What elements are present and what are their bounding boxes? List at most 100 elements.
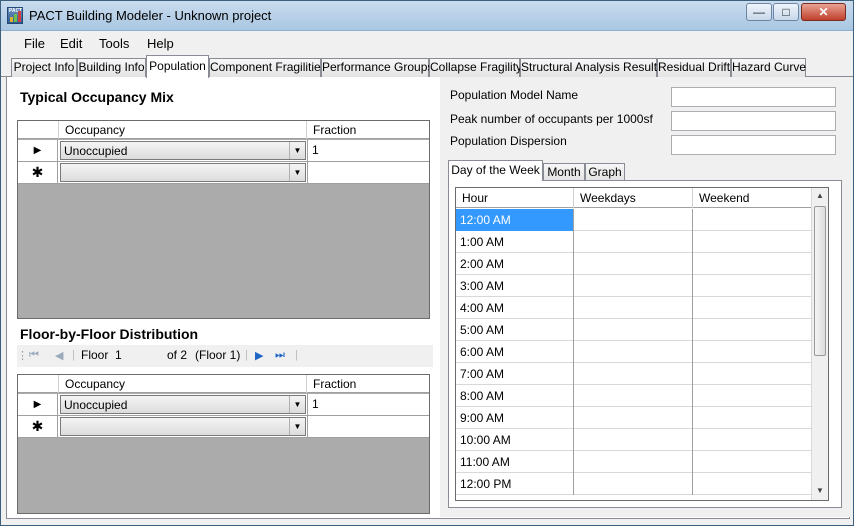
scroll-up-arrow-icon[interactable]: ▲ <box>812 188 828 204</box>
table-row[interactable]: 5:00 AM <box>456 319 812 341</box>
hour-cell[interactable]: 6:00 AM <box>456 341 574 363</box>
col-fraction-header[interactable]: Fraction <box>307 121 429 139</box>
tab-component-fragilities[interactable]: Component Fragilities <box>209 58 327 77</box>
title-bar[interactable]: PACT PACT Building Modeler - Unknown pro… <box>1 1 853 31</box>
weekend-cell[interactable] <box>693 231 812 253</box>
weekdays-cell[interactable] <box>574 253 693 275</box>
col-occupancy-header[interactable]: Occupancy <box>59 121 307 139</box>
weekend-cell[interactable] <box>693 341 812 363</box>
hour-cell[interactable]: 3:00 AM <box>456 275 574 297</box>
weekdays-cell[interactable] <box>574 275 693 297</box>
weekend-cell[interactable] <box>693 253 812 275</box>
occupancy-select-new[interactable]: ▼ <box>60 163 306 182</box>
table-row[interactable]: 9:00 AM <box>456 407 812 429</box>
table-row[interactable]: 3:00 AM <box>456 275 812 297</box>
table-row[interactable]: 12:00 PM <box>456 473 812 495</box>
next-record-icon[interactable]: ▶ <box>255 349 263 362</box>
table-row[interactable]: 2:00 AM <box>456 253 812 275</box>
table-row[interactable]: 7:00 AM <box>456 363 812 385</box>
tab-performance-groups[interactable]: Performance Groups <box>321 58 433 77</box>
last-record-icon[interactable]: ⏭ <box>275 349 285 362</box>
col-fraction-header[interactable]: Fraction <box>307 375 429 393</box>
hour-cell[interactable]: 11:00 AM <box>456 451 574 473</box>
hour-cell[interactable]: 12:00 AM <box>456 209 574 231</box>
col-weekend-header[interactable]: Weekend <box>693 188 812 208</box>
weekend-cell[interactable] <box>693 429 812 451</box>
scrollbar-thumb[interactable] <box>814 206 826 356</box>
weekdays-cell[interactable] <box>574 297 693 319</box>
floor-number-input[interactable]: 1 <box>115 348 155 362</box>
table-row[interactable]: ▶ Unoccupied ▼ 1 <box>18 140 429 162</box>
menu-help[interactable]: Help <box>147 36 174 51</box>
weekend-cell[interactable] <box>693 385 812 407</box>
tab-collapse-fragility[interactable]: Collapse Fragility <box>429 58 522 77</box>
maximize-button[interactable]: □ <box>773 3 799 21</box>
dropdown-arrow-icon[interactable]: ▼ <box>289 396 305 413</box>
weekend-cell[interactable] <box>693 363 812 385</box>
hour-cell[interactable]: 10:00 AM <box>456 429 574 451</box>
menu-edit[interactable]: Edit <box>60 36 82 51</box>
population-dispersion-input[interactable] <box>671 135 836 155</box>
table-row[interactable]: 1:00 AM <box>456 231 812 253</box>
hour-cell[interactable]: 1:00 AM <box>456 231 574 253</box>
scroll-down-arrow-icon[interactable]: ▼ <box>812 483 828 499</box>
tab-hazard-curve[interactable]: Hazard Curve <box>731 58 806 77</box>
prev-record-icon[interactable]: ◀ <box>55 349 63 362</box>
hour-cell[interactable]: 4:00 AM <box>456 297 574 319</box>
hour-cell[interactable]: 12:00 PM <box>456 473 574 495</box>
first-record-icon[interactable]: ⏮ <box>29 349 39 362</box>
occupancy-select[interactable]: Unoccupied ▼ <box>60 395 306 414</box>
hour-cell[interactable]: 2:00 AM <box>456 253 574 275</box>
dropdown-arrow-icon[interactable]: ▼ <box>289 164 305 181</box>
new-row[interactable]: ✱ ▼ <box>18 162 429 184</box>
fraction-cell[interactable]: 1 <box>307 394 429 415</box>
tab-building-info[interactable]: Building Info <box>77 58 146 77</box>
weekdays-cell[interactable] <box>574 231 693 253</box>
weekend-cell[interactable] <box>693 275 812 297</box>
table-row[interactable]: 10:00 AM <box>456 429 812 451</box>
fraction-cell[interactable]: 1 <box>307 140 429 161</box>
table-row[interactable]: 8:00 AM <box>456 385 812 407</box>
col-hour-header[interactable]: Hour <box>456 188 574 208</box>
weekdays-cell[interactable] <box>574 341 693 363</box>
menu-file[interactable]: File <box>24 36 45 51</box>
tab-residual-drift[interactable]: Residual Drift <box>657 58 731 77</box>
table-row[interactable]: 6:00 AM <box>456 341 812 363</box>
occupancy-select-new[interactable]: ▼ <box>60 417 306 436</box>
tab-graph[interactable]: Graph <box>585 163 625 180</box>
tab-structural-analysis-results[interactable]: Structural Analysis Results <box>520 58 663 77</box>
weekend-cell[interactable] <box>693 473 812 495</box>
menu-tools[interactable]: Tools <box>99 36 129 51</box>
tab-month[interactable]: Month <box>543 163 585 180</box>
dropdown-arrow-icon[interactable]: ▼ <box>289 418 305 435</box>
weekend-cell[interactable] <box>693 407 812 429</box>
weekdays-cell[interactable] <box>574 451 693 473</box>
tab-population[interactable]: Population <box>146 55 209 78</box>
weekend-cell[interactable] <box>693 297 812 319</box>
weekdays-cell[interactable] <box>574 407 693 429</box>
col-weekdays-header[interactable]: Weekdays <box>574 188 693 208</box>
hour-cell[interactable]: 9:00 AM <box>456 407 574 429</box>
table-row[interactable]: 12:00 AM <box>456 209 812 231</box>
weekdays-cell[interactable] <box>574 385 693 407</box>
hour-cell[interactable]: 8:00 AM <box>456 385 574 407</box>
weekdays-cell[interactable] <box>574 473 693 495</box>
weekend-cell[interactable] <box>693 451 812 473</box>
weekend-cell[interactable] <box>693 319 812 341</box>
weekdays-cell[interactable] <box>574 319 693 341</box>
table-row[interactable]: 11:00 AM <box>456 451 812 473</box>
fraction-cell-new[interactable] <box>307 416 429 437</box>
population-model-name-input[interactable] <box>671 87 836 107</box>
tab-day-of-the-week[interactable]: Day of the Week <box>448 160 543 181</box>
hour-cell[interactable]: 5:00 AM <box>456 319 574 341</box>
dropdown-arrow-icon[interactable]: ▼ <box>289 142 305 159</box>
hour-cell[interactable]: 7:00 AM <box>456 363 574 385</box>
weekdays-cell[interactable] <box>574 429 693 451</box>
table-row[interactable]: 4:00 AM <box>456 297 812 319</box>
minimize-button[interactable]: — <box>746 3 772 21</box>
col-occupancy-header[interactable]: Occupancy <box>59 375 307 393</box>
weekdays-cell[interactable] <box>574 363 693 385</box>
peak-occupants-input[interactable] <box>671 111 836 131</box>
weekend-cell[interactable] <box>693 209 812 231</box>
close-button[interactable]: ✕ <box>801 3 846 21</box>
